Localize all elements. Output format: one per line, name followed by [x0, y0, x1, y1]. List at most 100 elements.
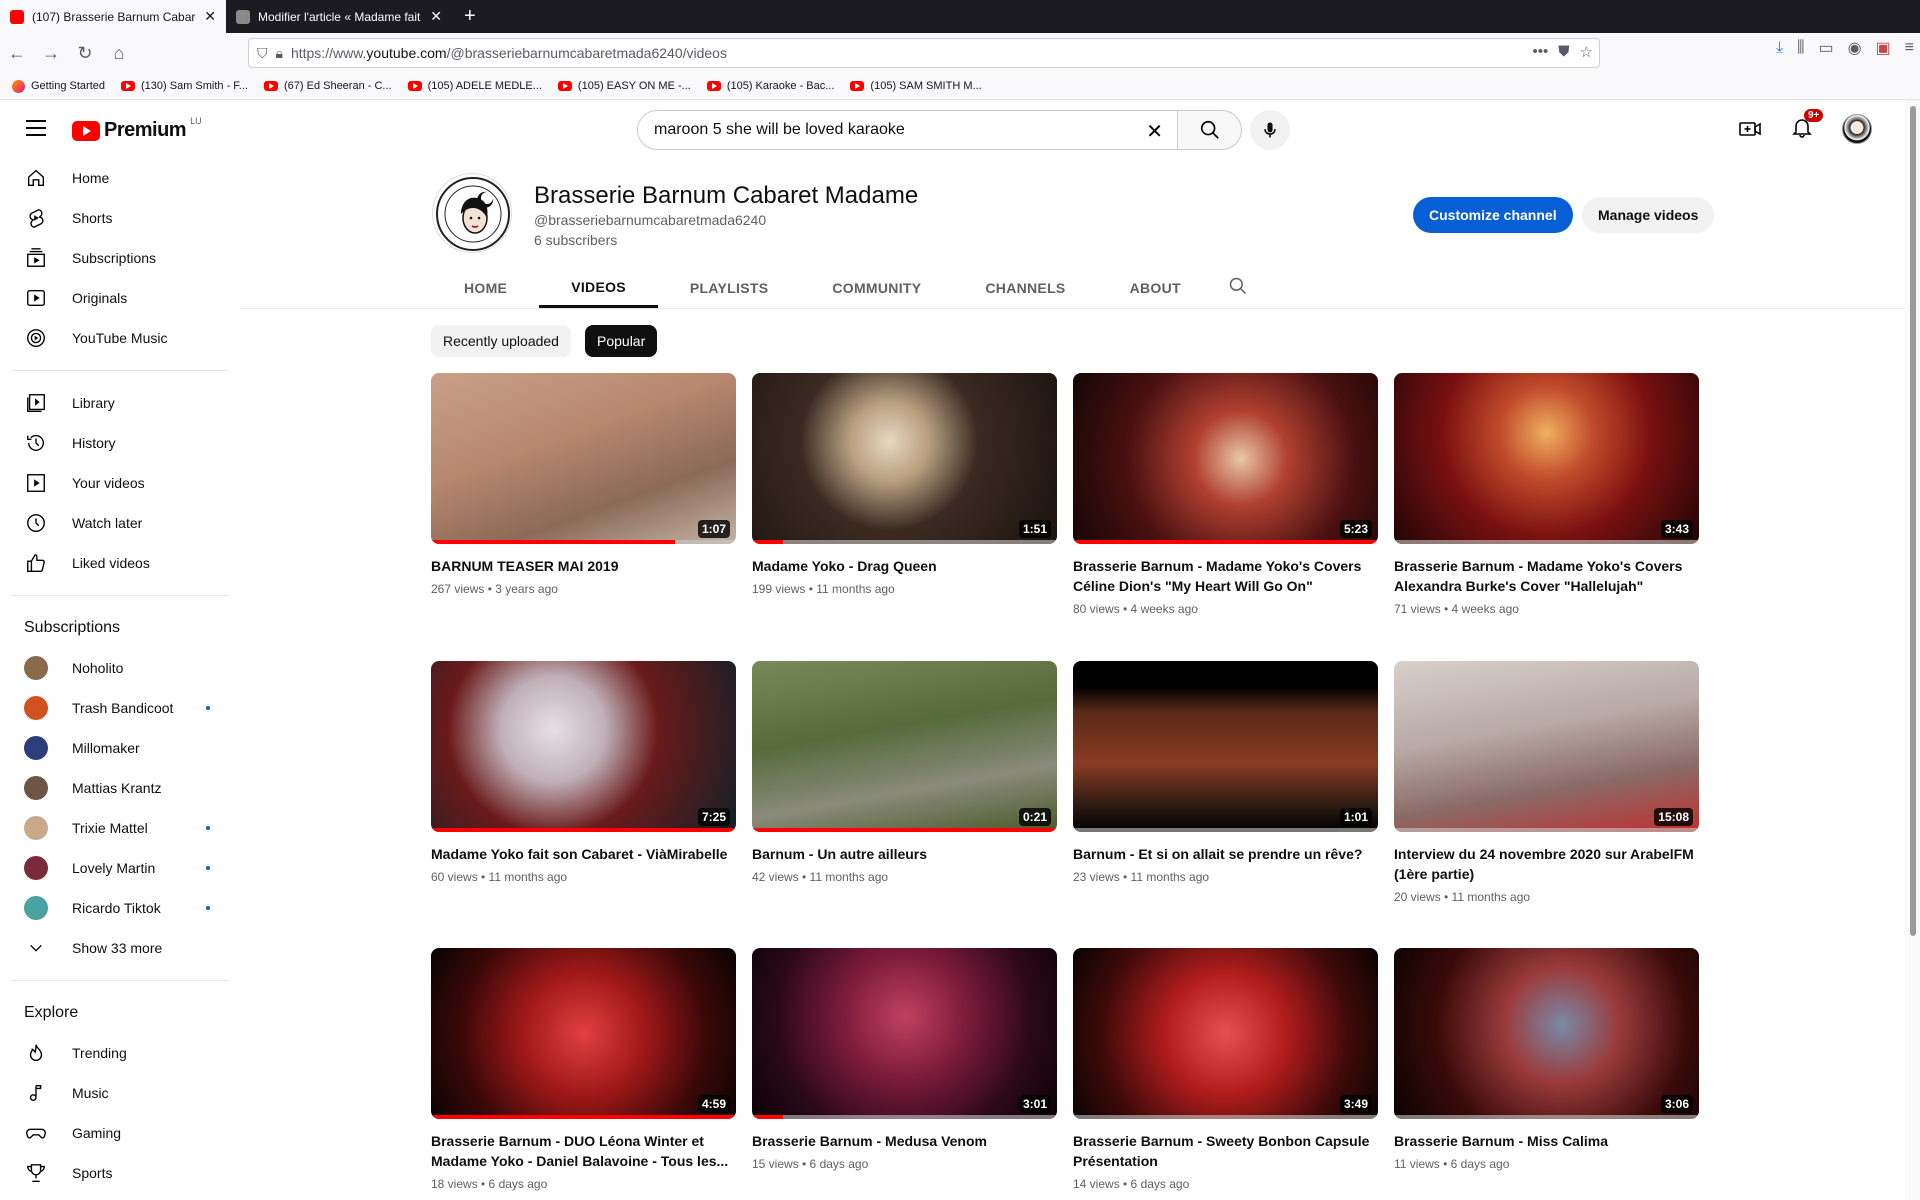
channel-avatar-large[interactable]	[432, 173, 512, 253]
video-thumbnail[interactable]: 1:07	[431, 373, 736, 544]
chip-popular[interactable]: Popular	[585, 325, 658, 357]
lock-icon[interactable]: 🔒︎	[276, 45, 283, 62]
bookmark-item[interactable]: (105) Karaoke - Bac...	[706, 80, 834, 92]
bookmark-item[interactable]: (130) Sam Smith - F...	[121, 80, 248, 92]
account-avatar[interactable]	[1842, 114, 1872, 144]
sidebar-item-home[interactable]: Home	[0, 158, 240, 198]
video-title[interactable]: Madame Yoko - Drag Queen	[752, 556, 1057, 576]
subscription-item[interactable]: Trixie Mattel	[0, 808, 240, 848]
video-title[interactable]: BARNUM TEASER MAI 2019	[431, 556, 736, 576]
tab-home[interactable]: HOME	[432, 268, 539, 308]
video-title[interactable]: Barnum - Un autre ailleurs	[752, 844, 1057, 864]
bookmark-star-icon[interactable]: ☆	[1580, 43, 1593, 61]
forward-icon[interactable]: →	[34, 38, 68, 68]
bookmark-item[interactable]: Getting Started	[12, 79, 105, 93]
sidebar-item-subscriptions[interactable]: Subscriptions	[0, 238, 240, 278]
create-video-icon[interactable]	[1738, 117, 1762, 141]
subscription-item[interactable]: Lovely Martin	[0, 848, 240, 888]
video-title[interactable]: Brasserie Barnum - Madame Yoko's Covers …	[1394, 556, 1699, 596]
sidebar-item-youtube-music[interactable]: YouTube Music	[0, 318, 240, 358]
video-card[interactable]: 7:25 Madame Yoko fait son Cabaret - ViàMi…	[431, 661, 736, 886]
extension-icon[interactable]: ▣	[1876, 38, 1891, 58]
subscription-item[interactable]: Noholito	[0, 648, 240, 688]
new-tab-icon[interactable]: +	[452, 0, 488, 33]
sidebar-toggle-icon[interactable]: ▭	[1818, 38, 1833, 58]
notifications-button[interactable]: 9+	[1790, 108, 1824, 144]
reload-icon[interactable]: ↻	[68, 38, 102, 68]
tab-videos[interactable]: VIDEOS	[539, 268, 658, 308]
search-input[interactable]: maroon 5 she will be loved karaoke ✕	[637, 110, 1178, 150]
subscription-item[interactable]: Trash Bandicoot	[0, 688, 240, 728]
page-scrollbar[interactable]	[1905, 100, 1920, 1200]
youtube-premium-logo[interactable]: Premium LU	[72, 116, 202, 142]
video-thumbnail[interactable]: 3:49	[1073, 948, 1378, 1119]
video-card[interactable]: 1:01 Barnum - Et si on allait se prendre …	[1073, 661, 1378, 886]
chip-recently-uploaded[interactable]: Recently uploaded	[431, 325, 571, 357]
tab-community[interactable]: COMMUNITY	[800, 268, 953, 308]
sidebar-item-watch-later[interactable]: Watch later	[0, 503, 240, 543]
sidebar-item-trending[interactable]: Trending	[0, 1033, 240, 1073]
video-thumbnail[interactable]: 4:59	[431, 948, 736, 1119]
back-icon[interactable]: ←	[0, 38, 34, 68]
page-actions-icon[interactable]: •••	[1533, 43, 1549, 61]
bookmark-item[interactable]: (105) SAM SMITH M...	[850, 80, 982, 92]
video-title[interactable]: Brasserie Barnum - DUO Léona Winter et M…	[431, 1131, 736, 1171]
sidebar-item-sports[interactable]: Sports	[0, 1153, 240, 1193]
video-card[interactable]: 3:49 Brasserie Barnum - Sweety Bonbon Cap…	[1073, 948, 1378, 1193]
video-card[interactable]: 1:07 BARNUM TEASER MAI 2019 267 views • 3 …	[431, 373, 736, 598]
search-button[interactable]	[1178, 110, 1242, 150]
video-title[interactable]: Brasserie Barnum - Madame Yoko's Covers …	[1073, 556, 1378, 596]
video-card[interactable]: 1:51 Madame Yoko - Drag Queen 199 views • …	[752, 373, 1057, 598]
video-title[interactable]: Madame Yoko fait son Cabaret - ViàMirabe…	[431, 844, 736, 864]
url-bar[interactable]: ⛉ 🔒︎ https://www.youtube.com/@brasserieb…	[248, 38, 1600, 68]
shield-icon[interactable]: ⛉	[257, 45, 268, 62]
video-card[interactable]: 0:21 Barnum - Un autre ailleurs 42 views •…	[752, 661, 1057, 886]
hamburger-menu-icon[interactable]	[26, 120, 46, 136]
video-thumbnail[interactable]: 1:01	[1073, 661, 1378, 832]
video-card[interactable]: 15:08 Interview du 24 novembre 2020 sur A…	[1394, 661, 1699, 906]
sidebar-item-music[interactable]: Music	[0, 1073, 240, 1113]
downloads-icon[interactable]: ⤓	[1776, 39, 1783, 57]
sidebar-item-liked-videos[interactable]: Liked videos	[0, 543, 240, 583]
video-thumbnail[interactable]: 3:06	[1394, 948, 1699, 1119]
close-tab-icon[interactable]: ✕	[204, 8, 216, 25]
video-title[interactable]: Brasserie Barnum - Miss Calima	[1394, 1131, 1699, 1151]
video-title[interactable]: Brasserie Barnum - Sweety Bonbon Capsule…	[1073, 1131, 1378, 1171]
clear-search-icon[interactable]: ✕	[1146, 119, 1163, 144]
scrollbar-thumb[interactable]	[1910, 106, 1916, 936]
sidebar-item-originals[interactable]: Originals	[0, 278, 240, 318]
show-more-button[interactable]: Show 33 more	[0, 928, 240, 968]
library-icon[interactable]: ⫼	[1797, 39, 1804, 57]
bookmark-item[interactable]: (105) EASY ON ME -...	[557, 80, 691, 92]
account-icon[interactable]: ◉	[1848, 38, 1862, 58]
video-title[interactable]: Barnum - Et si on allait se prendre un r…	[1073, 844, 1378, 864]
channel-search-button[interactable]	[1228, 276, 1248, 301]
video-thumbnail[interactable]: 5:23	[1073, 373, 1378, 544]
bookmark-item[interactable]: (67) Ed Sheeran - C...	[263, 80, 392, 92]
video-card[interactable]: 3:06 Brasserie Barnum - Miss Calima 11 vie…	[1394, 948, 1699, 1173]
menu-icon[interactable]: ≡	[1905, 39, 1914, 57]
video-card[interactable]: 3:01 Brasserie Barnum - Medusa Venom 15 vi…	[752, 948, 1057, 1173]
video-thumbnail[interactable]: 7:25	[431, 661, 736, 832]
video-thumbnail[interactable]: 3:01	[752, 948, 1057, 1119]
video-thumbnail[interactable]: 0:21	[752, 661, 1057, 832]
home-icon[interactable]: ⌂	[102, 38, 136, 68]
sidebar-item-library[interactable]: Library	[0, 383, 240, 423]
sidebar-item-gaming[interactable]: Gaming	[0, 1113, 240, 1153]
video-thumbnail[interactable]: 3:43	[1394, 373, 1699, 544]
subscription-item[interactable]: Ricardo Tiktok	[0, 888, 240, 928]
video-card[interactable]: 5:23 Brasserie Barnum - Madame Yoko's Cov…	[1073, 373, 1378, 618]
video-thumbnail[interactable]: 1:51	[752, 373, 1057, 544]
video-title[interactable]: Brasserie Barnum - Medusa Venom	[752, 1131, 1057, 1151]
video-title[interactable]: Interview du 24 novembre 2020 sur Arabel…	[1394, 844, 1699, 884]
video-thumbnail[interactable]: 15:08	[1394, 661, 1699, 832]
manage-videos-button[interactable]: Manage videos	[1582, 197, 1715, 233]
subscription-item[interactable]: Millomaker	[0, 728, 240, 768]
sidebar-item-your-videos[interactable]: Your videos	[0, 463, 240, 503]
browser-tab-youtube[interactable]: (107) Brasserie Barnum Cabaret Madame ✕	[0, 0, 226, 33]
tab-playlists[interactable]: PLAYLISTS	[658, 268, 800, 308]
voice-search-button[interactable]	[1250, 110, 1290, 150]
sidebar-item-history[interactable]: History	[0, 423, 240, 463]
sidebar-item-shorts[interactable]: Shorts	[0, 198, 240, 238]
pocket-icon[interactable]: ⛊	[1558, 43, 1569, 61]
